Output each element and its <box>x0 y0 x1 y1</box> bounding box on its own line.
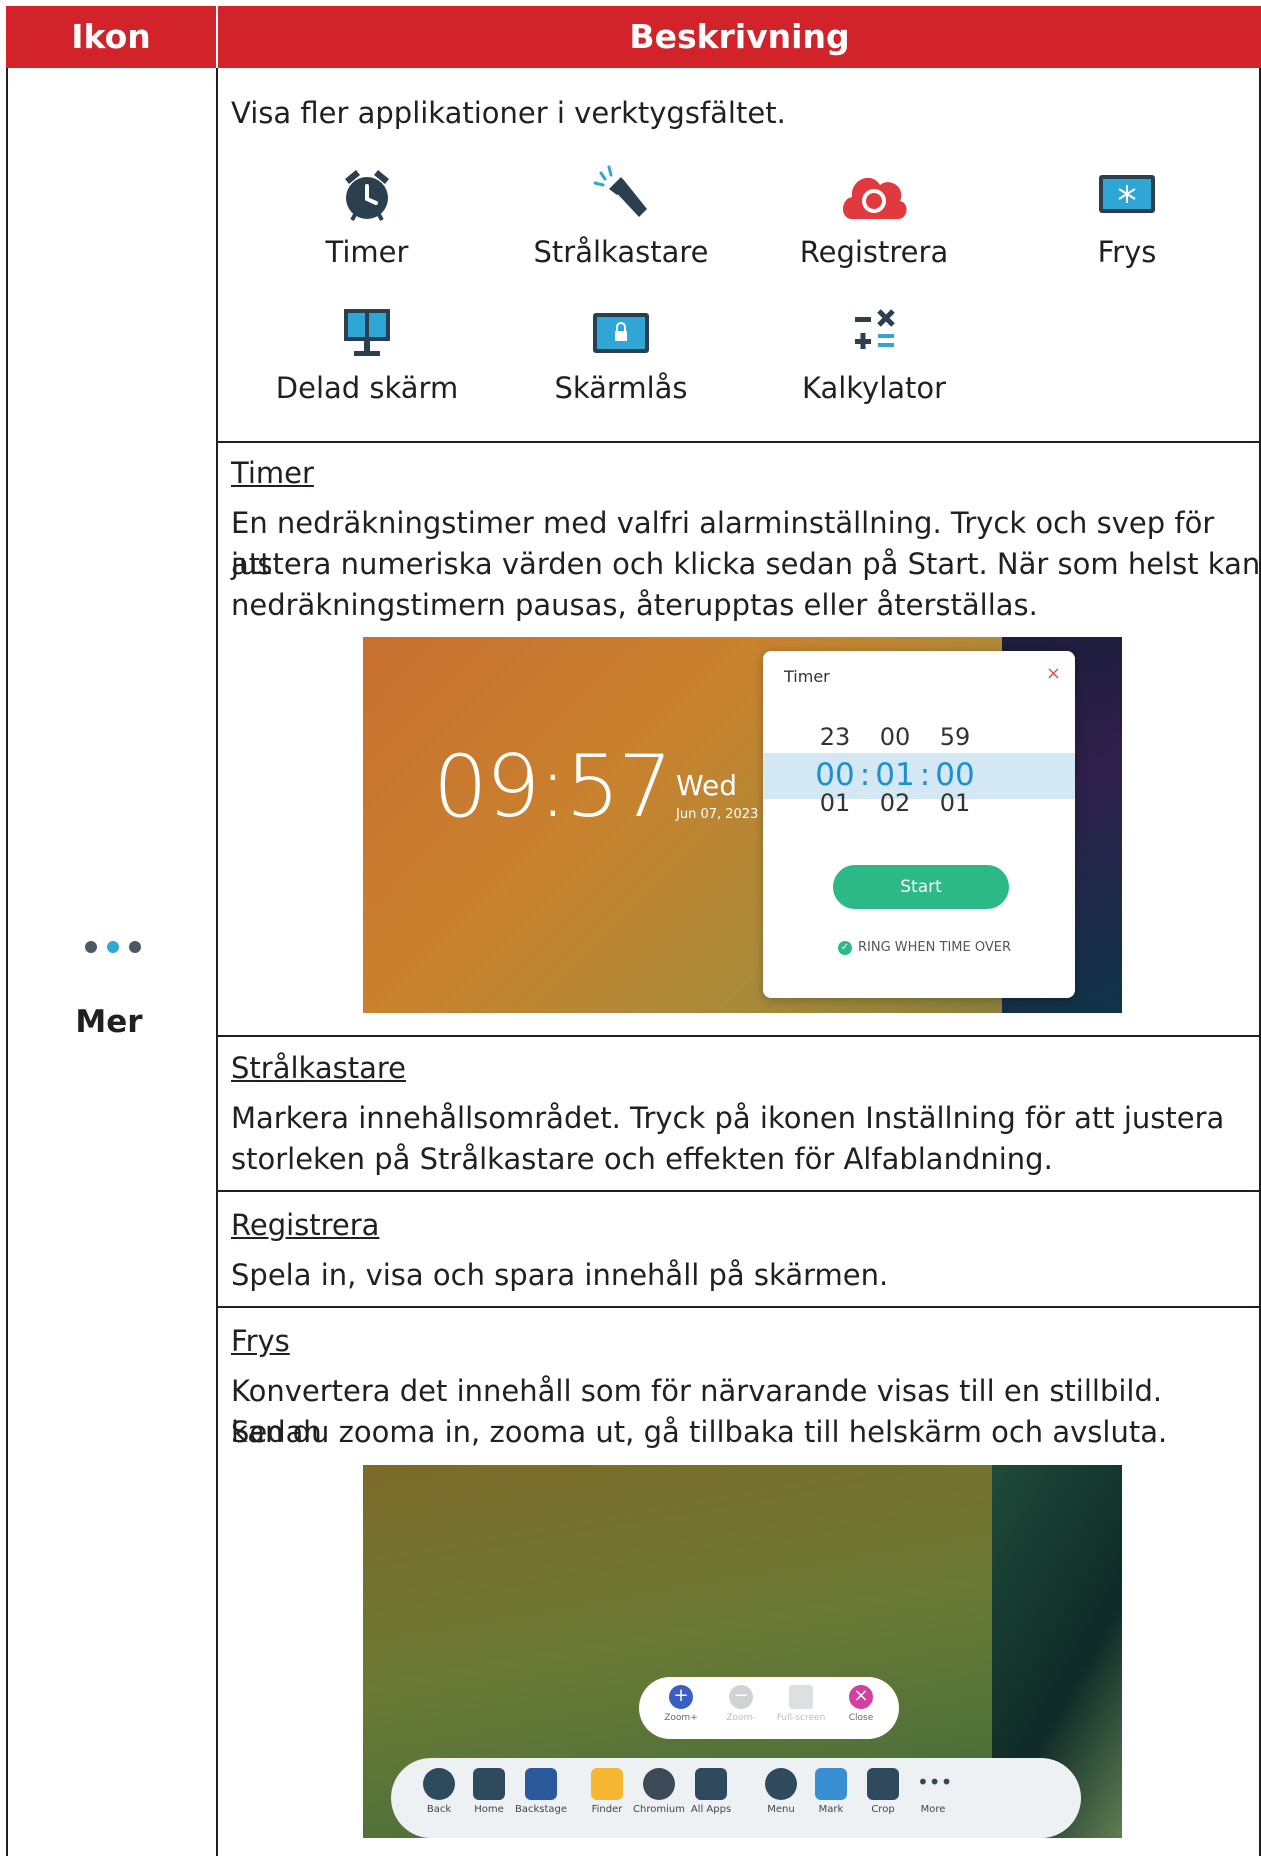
record-line-1: Spela in, visa och spara innehåll på skä… <box>231 1258 889 1292</box>
header-icon-column: Ikon <box>71 17 151 56</box>
toolbar-crop[interactable]: Crop <box>855 1768 911 1815</box>
intro-text: Visa fler applikationer i verktygsfältet… <box>231 96 786 130</box>
toolbar-chromium[interactable]: Chromium <box>631 1768 687 1815</box>
more-dots-icon <box>85 941 141 953</box>
app-spotlight: Strålkastare <box>496 165 746 269</box>
spotlight-title: Strålkastare <box>231 1051 406 1085</box>
table-header: Ikon Beskrivning <box>6 6 1261 68</box>
timer-title: Timer <box>231 456 314 490</box>
app-label: Strålkastare <box>533 235 709 269</box>
record-title: Registrera <box>231 1208 380 1242</box>
app-record: Registrera <box>749 165 999 269</box>
toolbar-home[interactable]: Home <box>461 1768 517 1815</box>
clock-date: Jun 07, 2023 <box>676 807 759 822</box>
timer-line-3: nedräkningstimern pausas, återupptas ell… <box>231 588 1038 622</box>
app-freeze: Frys <box>1002 165 1252 269</box>
toolbar-back[interactable]: Back <box>411 1768 467 1815</box>
freeze-title: Frys <box>231 1324 290 1358</box>
calculator-icon <box>855 309 895 349</box>
toolbar-all-apps[interactable]: All Apps <box>683 1768 739 1815</box>
zoom-toolbar: + Zoom+ − Zoom- Full-screen × Close <box>639 1677 899 1739</box>
spotlight-line-1: Markera innehållsområdet. Tryck på ikone… <box>231 1101 1225 1135</box>
app-screen-lock: Skärmlås <box>496 305 746 405</box>
close-button[interactable]: × Close <box>833 1685 889 1723</box>
app-calculator: Kalkylator <box>749 305 999 405</box>
timer-panel: Timer × 23 00 59 00 : 01 : 00 01 02 01 S… <box>763 651 1075 998</box>
mer-label: Mer <box>75 1004 143 1040</box>
app-label: Kalkylator <box>801 371 947 405</box>
freeze-line-2: kan du zooma in, zooma ut, gå tillbaka t… <box>231 1415 1168 1449</box>
freeze-screenshot: + Zoom+ − Zoom- Full-screen × Close Back Ho… <box>363 1465 1122 1838</box>
app-label: Skärmlås <box>554 371 688 405</box>
app-label: Delad skärm <box>275 371 459 405</box>
bottom-toolbar: Back Home Backstage Finder Chromium All … <box>391 1758 1081 1838</box>
timer-start-button[interactable]: Start <box>833 865 1009 909</box>
full-screen-button[interactable]: Full-screen <box>773 1685 829 1723</box>
app-label: Timer <box>325 235 409 269</box>
clock-time: 09:57 <box>433 737 673 837</box>
zoom-in-button[interactable]: + Zoom+ <box>653 1685 709 1723</box>
app-timer: Timer <box>242 165 492 269</box>
toolbar-menu[interactable]: Menu <box>753 1768 809 1815</box>
toolbar-more[interactable]: ••• More <box>905 1768 961 1815</box>
app-label: Frys <box>1097 235 1157 269</box>
toolbar-mark[interactable]: Mark <box>803 1768 859 1815</box>
timer-screenshot: 09:57 Wed Jun 07, 2023 Timer × 23 00 59 … <box>363 637 1122 1013</box>
header-description-column: Beskrivning <box>629 17 850 56</box>
close-icon[interactable]: × <box>1046 663 1061 684</box>
record-icon <box>843 177 907 219</box>
split-screen-icon <box>344 309 390 356</box>
zoom-out-button[interactable]: − Zoom- <box>713 1685 769 1723</box>
screen-lock-icon <box>593 313 649 353</box>
toolbar-backstage[interactable]: Backstage <box>513 1768 569 1815</box>
spotlight-line-2: storleken på Strålkastare och effekten f… <box>231 1142 1053 1176</box>
spotlight-icon <box>593 165 647 217</box>
alarm-clock-icon <box>345 170 389 221</box>
check-icon: ✓ <box>838 940 852 955</box>
freeze-icon <box>1099 175 1155 213</box>
app-split-screen: Delad skärm <box>242 305 492 405</box>
ring-when-time-over-option[interactable]: ✓ RING WHEN TIME OVER <box>838 940 1011 955</box>
timer-panel-title: Timer <box>784 667 830 686</box>
timer-line-2: justera numeriska värden och klicka seda… <box>231 547 1261 581</box>
toolbar-finder[interactable]: Finder <box>579 1768 635 1815</box>
clock-day: Wed <box>676 769 738 802</box>
app-label: Registrera <box>799 235 949 269</box>
